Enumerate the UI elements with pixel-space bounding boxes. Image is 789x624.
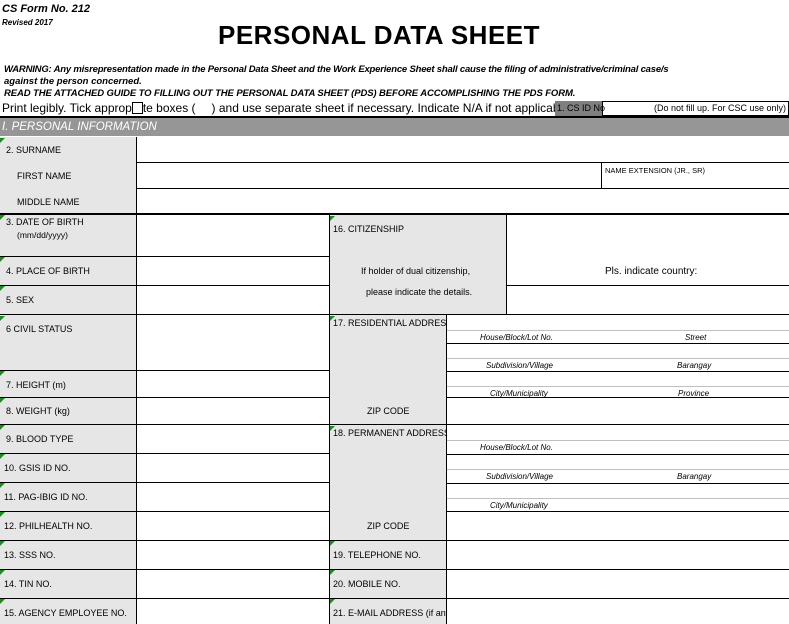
email-label: 21. E-MAIL ADDRESS (if any)	[333, 608, 446, 618]
philhealth-label: 12. PHILHEALTH NO.	[4, 521, 93, 531]
email-field[interactable]	[447, 599, 789, 624]
revised-label: Revised 2017	[2, 18, 53, 27]
city-sublabel: City/Municipality	[490, 389, 548, 398]
civil-status-label: 6 CIVIL STATUS	[6, 324, 73, 334]
warning-text: WARNING: Any misrepresentation made in t…	[4, 64, 669, 75]
street-sublabel: Street	[685, 333, 707, 342]
surname-field[interactable]	[137, 137, 789, 162]
zip-code-label-residential: ZIP CODE	[367, 406, 410, 416]
mobile-field[interactable]	[447, 570, 789, 598]
country-field[interactable]	[507, 286, 789, 314]
permanent-address-label: 18. PERMANENT ADDRESS	[333, 428, 446, 438]
name-extension-label: NAME EXTENSION (JR., SR)	[605, 166, 706, 175]
sex-field[interactable]	[137, 286, 329, 314]
dual-citizenship-note-1: If holder of dual citizenship,	[361, 266, 471, 276]
form-number: CS Form No. 212	[2, 3, 91, 15]
tick-box-sample	[131, 102, 143, 114]
cs-id-label-box: 1. CS ID No	[555, 101, 606, 116]
subdivision-sublabel-2: Subdivision/Village	[486, 472, 554, 481]
sex-label: 5. SEX	[6, 295, 35, 305]
city-sublabel-2: City/Municipality	[490, 501, 548, 510]
print-text-3: ) and use separate sheet if necessary. I…	[211, 101, 560, 115]
residential-zip-field[interactable]	[447, 398, 789, 424]
pagibig-label: 11. PAG-IBIG ID NO.	[4, 492, 88, 502]
agency-employee-label: 15. AGENCY EMPLOYEE NO.	[4, 608, 127, 618]
gsis-label: 10. GSIS ID NO.	[4, 463, 71, 473]
middle-name-label: MIDDLE NAME	[17, 197, 80, 207]
height-label: 7. HEIGHT (m)	[6, 380, 66, 390]
house-sublabel: House/Block/Lot No.	[480, 333, 553, 342]
citizenship-field[interactable]	[507, 215, 789, 256]
tin-label: 14. TIN NO.	[4, 579, 52, 589]
house-sublabel-2: House/Block/Lot No.	[480, 443, 553, 452]
blood-type-label: 9. BLOOD TYPE	[6, 434, 74, 444]
residential-subdivision-field[interactable]	[447, 344, 789, 358]
philhealth-field[interactable]	[137, 512, 329, 540]
sss-field[interactable]	[137, 541, 329, 569]
print-instructions: Print legibly. Tick approp te boxes ( ) an…	[2, 101, 560, 115]
telephone-field[interactable]	[447, 541, 789, 569]
barangay-sublabel-2: Barangay	[677, 472, 712, 481]
dob-label: 3. DATE OF BIRTH	[6, 217, 84, 227]
first-name-label: FIRST NAME	[17, 171, 72, 181]
gsis-field[interactable]	[137, 454, 329, 482]
middle-name-field[interactable]	[137, 189, 789, 213]
pagibig-field[interactable]	[137, 483, 329, 511]
agency-employee-field[interactable]	[137, 599, 329, 624]
dual-citizenship-note-2: please indicate the details.	[366, 287, 473, 297]
residential-city-field[interactable]	[447, 372, 789, 386]
citizenship-label: 16. CITIZENSHIP	[333, 224, 405, 234]
permanent-city-field[interactable]	[447, 484, 789, 498]
weight-label: 8. WEIGHT (kg)	[6, 406, 70, 416]
dob-field[interactable]	[137, 215, 329, 256]
subdivision-sublabel: Subdivision/Village	[486, 361, 554, 370]
cs-id-note: (Do not fill up. For CSC use only)	[653, 103, 786, 113]
cs-id-label: 1. CS ID No	[557, 103, 606, 113]
print-text-1: Print legibly. Tick approp	[2, 101, 132, 115]
warning-text-2: against the person concerned.	[4, 76, 142, 87]
permanent-zip-field[interactable]	[447, 512, 789, 540]
print-text-2: te boxes (	[142, 101, 196, 115]
surname-label: 2. SURNAME	[6, 145, 62, 155]
blood-type-field[interactable]	[137, 425, 329, 453]
barangay-sublabel: Barangay	[677, 361, 712, 370]
place-of-birth-label: 4. PLACE OF BIRTH	[6, 266, 90, 276]
page-title: PERSONAL DATA SHEET	[218, 20, 541, 50]
permanent-subdivision-field[interactable]	[447, 455, 789, 469]
mobile-label: 20. MOBILE NO.	[333, 579, 401, 589]
section-header: I. PERSONAL INFORMATION	[0, 116, 789, 136]
cs-id-field[interactable]: (Do not fill up. For CSC use only)	[602, 101, 789, 116]
height-field[interactable]	[137, 371, 329, 397]
address-label-column	[330, 315, 446, 624]
indicate-country-label: Pls. indicate country:	[605, 266, 698, 277]
section-title: I. PERSONAL INFORMATION	[2, 121, 157, 133]
civil-status-field[interactable]	[137, 315, 329, 370]
residential-house-field[interactable]	[447, 316, 789, 330]
name-extension-field[interactable]	[602, 176, 789, 188]
first-name-field[interactable]	[137, 163, 601, 188]
residential-address-label: 17. RESIDENTIAL ADDRESS	[333, 318, 446, 328]
permanent-house-field[interactable]	[447, 426, 789, 440]
province-sublabel: Province	[678, 389, 710, 398]
read-guide-text: READ THE ATTACHED GUIDE TO FILLING OUT T…	[4, 88, 576, 99]
place-of-birth-field[interactable]	[137, 257, 329, 285]
zip-code-label-permanent: ZIP CODE	[367, 521, 410, 531]
dob-format-label: (mm/dd/yyyy)	[17, 230, 68, 240]
telephone-label: 19. TELEPHONE NO.	[333, 550, 421, 560]
sss-label: 13. SSS NO.	[4, 550, 56, 560]
tin-field[interactable]	[137, 570, 329, 598]
weight-field[interactable]	[137, 398, 329, 424]
